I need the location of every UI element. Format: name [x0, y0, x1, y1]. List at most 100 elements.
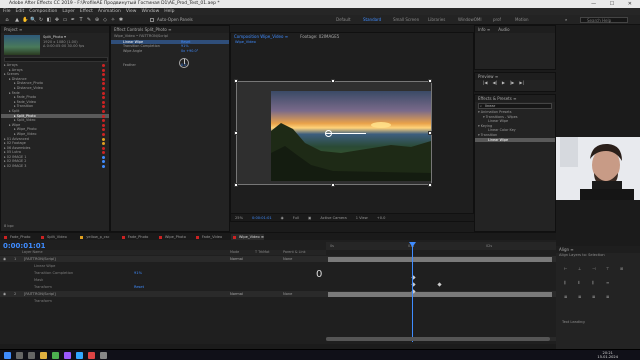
- layer-name[interactable]: [FAITTRON/Scripl]: [24, 256, 56, 262]
- puppet-tool-icon[interactable]: ✱: [118, 17, 124, 23]
- clone-tool-icon[interactable]: ⊕: [94, 17, 100, 23]
- menu-window[interactable]: Window: [142, 8, 160, 15]
- bpc-label[interactable]: 8 bpc: [4, 224, 14, 229]
- timeline-tab[interactable]: Fade_Video: [194, 234, 222, 240]
- layer-name[interactable]: Transform: [34, 298, 52, 304]
- pen-tool-icon[interactable]: ✒: [70, 17, 76, 23]
- zoom-select[interactable]: 25%: [235, 214, 243, 221]
- layer-name[interactable]: Transform: [34, 284, 52, 290]
- camera-select[interactable]: Active Camera: [320, 214, 346, 221]
- layer-name[interactable]: [FAITTRON/Scripl]: [24, 291, 56, 297]
- timeline-tab[interactable]: Fade_Photo: [2, 234, 30, 240]
- wipe-angle-dial[interactable]: [179, 58, 189, 68]
- layer-duration-bar[interactable]: [328, 291, 552, 297]
- bbox-handle-tl[interactable]: [234, 79, 238, 83]
- distribute-left-icon[interactable]: ⫼: [564, 280, 566, 285]
- bbox-handle-mr[interactable]: [428, 131, 432, 135]
- explorer-icon[interactable]: [40, 352, 47, 359]
- align-top-icon[interactable]: ⊤: [606, 266, 609, 271]
- menu-view[interactable]: View: [126, 8, 137, 15]
- layer-parent[interactable]: None: [283, 291, 292, 297]
- auto-open-checkbox[interactable]: [150, 18, 154, 22]
- project-panel-header[interactable]: Project ≡: [1, 26, 109, 33]
- align-right-icon[interactable]: ⊣: [592, 266, 595, 271]
- col-trkmat[interactable]: T TrkMat: [255, 250, 269, 255]
- text-align-icon-3[interactable]: ≣: [592, 294, 595, 299]
- effect-preset-item[interactable]: Linear Wipe: [475, 137, 555, 143]
- zoom-tool-icon[interactable]: 🔍: [30, 17, 36, 23]
- menu-edit[interactable]: Edit: [16, 8, 25, 15]
- effects-presets-header[interactable]: Effects & Presets ≡: [475, 95, 555, 102]
- tab-audio[interactable]: Audio: [498, 26, 509, 33]
- align-header[interactable]: Align ≡: [556, 246, 640, 253]
- search-icon[interactable]: ⌕: [565, 17, 567, 22]
- wipe-angle-guide[interactable]: [326, 133, 366, 134]
- text-align-icon-4[interactable]: ≣: [606, 294, 609, 299]
- selection-tool-icon[interactable]: ▲: [14, 17, 20, 23]
- bbox-handle-bl[interactable]: [234, 183, 238, 187]
- timeline-layer-row[interactable]: Transform Reset: [0, 284, 556, 290]
- bbox-handle-ml[interactable]: [234, 131, 238, 135]
- brush-tool-icon[interactable]: ✎: [86, 17, 92, 23]
- resolution-select[interactable]: Full: [293, 214, 299, 221]
- col-parent[interactable]: Parent & Link: [283, 250, 306, 255]
- taskview-icon[interactable]: [28, 352, 35, 359]
- chrome-icon[interactable]: [52, 352, 59, 359]
- window-controls[interactable]: — ☐ ✕: [591, 0, 638, 8]
- tab-composition[interactable]: Composition Wipe_Video ≡: [234, 33, 288, 40]
- time-ruler[interactable]: 0s 01s 02s: [326, 242, 556, 250]
- timeline-layer-row[interactable]: Transition Completion 91%: [0, 270, 556, 276]
- bbox-handle-bc[interactable]: [331, 183, 335, 187]
- bbox-handle-tc[interactable]: [331, 79, 335, 83]
- workspace-small-screen[interactable]: Small Screen: [393, 17, 419, 22]
- clock[interactable]: 20:21 15.01.2024: [597, 351, 618, 360]
- anchor-point-icon[interactable]: [325, 130, 332, 137]
- effect-controls-header[interactable]: Effect Controls Split_Photo ≡: [111, 26, 229, 33]
- menu-effect[interactable]: Effect: [80, 8, 93, 15]
- last-frame-icon[interactable]: ▶|: [519, 80, 523, 85]
- app-icon-2[interactable]: [100, 352, 107, 359]
- camera-tool-icon[interactable]: ◧: [46, 17, 52, 23]
- workspace-prof[interactable]: prof: [493, 17, 501, 22]
- home-icon[interactable]: ⌂: [4, 17, 10, 23]
- timeline-layer-row[interactable]: 1 [FAITTRON/Scripl] Normal None ◉: [0, 256, 556, 262]
- rectangle-tool-icon[interactable]: ▭: [62, 17, 68, 23]
- timeline-timecode[interactable]: 0:00:01:01: [3, 242, 46, 250]
- layer-name[interactable]: Transition Completion: [34, 270, 73, 276]
- timeline-tab[interactable]: yellow_p_csc: [78, 234, 109, 240]
- ps-icon[interactable]: [76, 352, 83, 359]
- preview-header[interactable]: Preview ≡: [475, 73, 555, 80]
- windows-icon[interactable]: [4, 352, 11, 359]
- minimize-button[interactable]: —: [591, 1, 602, 7]
- region-icon[interactable]: ▣: [308, 214, 311, 221]
- text-leading-label[interactable]: Text Leading: [562, 320, 585, 325]
- distribute-top-icon[interactable]: ≡: [606, 280, 609, 285]
- timeline-layer-row[interactable]: Transform: [0, 298, 556, 304]
- eraser-tool-icon[interactable]: ◇: [102, 17, 108, 23]
- menu-layer[interactable]: Layer: [62, 8, 75, 15]
- camera-icon[interactable]: ◉: [281, 214, 284, 221]
- menu-help[interactable]: Help: [164, 8, 174, 15]
- text-align-icon-2[interactable]: ≣: [578, 294, 581, 299]
- timeline-tab[interactable]: Wipe_Video ≡: [230, 234, 264, 240]
- effects-search-input[interactable]: ⌕ linear: [478, 103, 552, 109]
- layer-mode[interactable]: Normal: [230, 291, 243, 297]
- layer-mode[interactable]: Normal: [230, 256, 243, 262]
- tab-footage[interactable]: Footage: 02IMAGE5: [300, 33, 339, 40]
- timeline-tab[interactable]: Split_Video: [39, 234, 67, 240]
- layer-mode[interactable]: 91%: [134, 270, 142, 276]
- visibility-eye-icon[interactable]: ◉: [3, 256, 6, 262]
- roto-tool-icon[interactable]: ✧: [110, 17, 116, 23]
- distribute-right-icon[interactable]: ⫼: [592, 280, 594, 285]
- scroll-thumb[interactable]: [326, 337, 550, 341]
- align-left-icon[interactable]: ⊢: [564, 266, 567, 271]
- hand-tool-icon[interactable]: ✋: [22, 17, 28, 23]
- search-icon[interactable]: [16, 352, 23, 359]
- timeline-layer-row[interactable]: Mask: [0, 277, 556, 283]
- layer-mode[interactable]: Reset: [134, 284, 144, 290]
- bbox-handle-tr[interactable]: [428, 79, 432, 83]
- app-icon[interactable]: [88, 352, 95, 359]
- prev-frame-icon[interactable]: ◀|: [492, 80, 496, 85]
- view-select[interactable]: 1 View: [356, 214, 368, 221]
- project-item[interactable]: ▸ 02 IMAGE 3: [1, 164, 109, 169]
